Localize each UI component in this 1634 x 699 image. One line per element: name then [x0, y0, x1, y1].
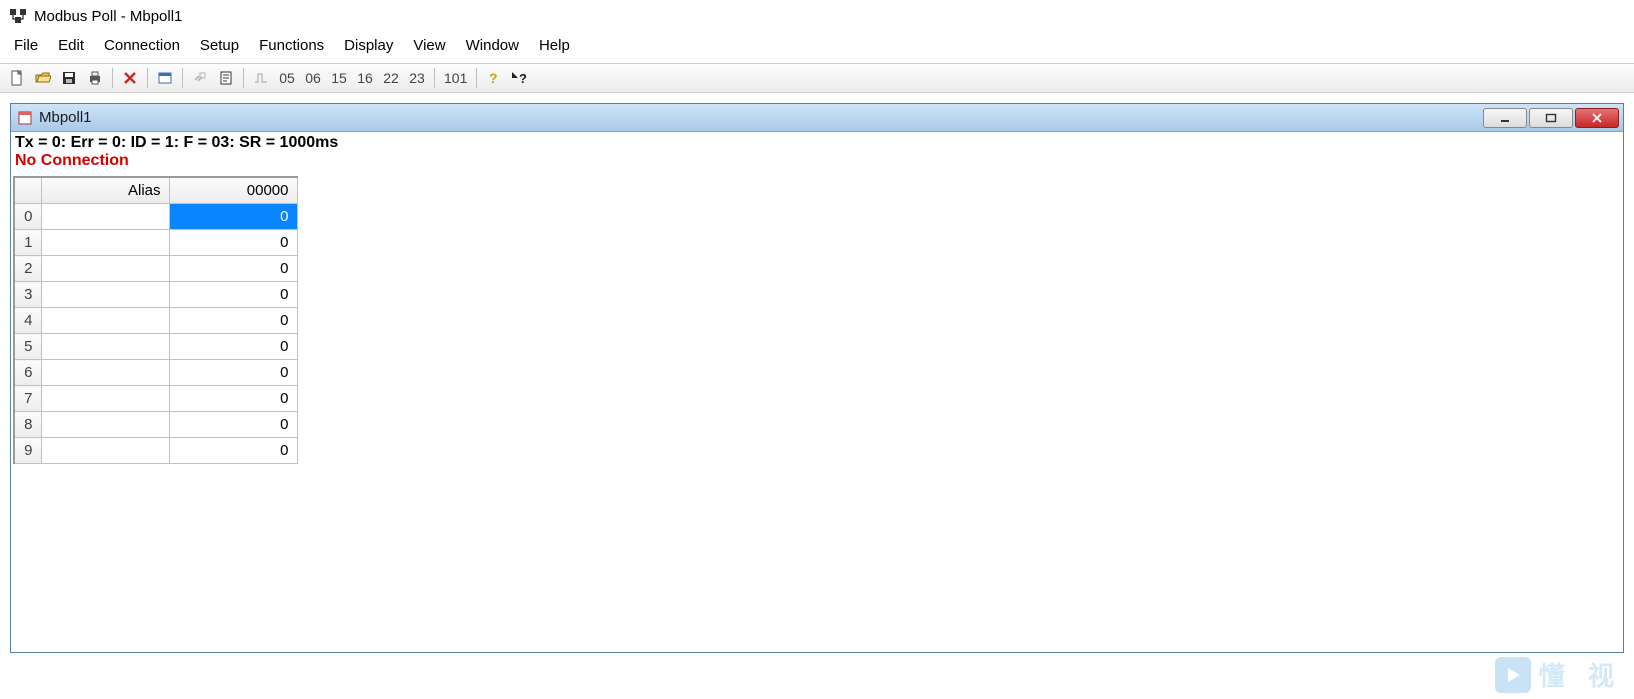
menubar: FileEditConnectionSetupFunctionsDisplayV… [0, 32, 1634, 63]
fn-05-button[interactable]: 05 [275, 66, 299, 90]
toolbar-separator [112, 68, 113, 88]
report-button[interactable] [214, 66, 238, 90]
svg-text:?: ? [519, 71, 527, 86]
svg-text:?: ? [489, 70, 498, 86]
context-help-button[interactable]: ? [508, 66, 532, 90]
menu-edit[interactable]: Edit [50, 34, 92, 57]
menu-file[interactable]: File [6, 34, 46, 57]
col-header-alias[interactable]: Alias [41, 178, 169, 204]
col-header-value[interactable]: 00000 [169, 178, 297, 204]
document-title: Mbpoll1 [39, 109, 1483, 126]
row-index[interactable]: 9 [15, 438, 41, 464]
alias-cell[interactable] [41, 230, 169, 256]
no-connection-label: No Connection [11, 152, 1623, 174]
table-row[interactable]: 90 [15, 438, 297, 464]
row-index[interactable]: 7 [15, 386, 41, 412]
table-row[interactable]: 10 [15, 230, 297, 256]
value-cell[interactable]: 0 [169, 230, 297, 256]
data-grid[interactable]: Alias 00000 00102030405060708090 [13, 176, 298, 464]
alias-cell[interactable] [41, 308, 169, 334]
table-row[interactable]: 80 [15, 412, 297, 438]
toolbar-separator [147, 68, 148, 88]
toolbar: 050615162223 101 ? ? [0, 63, 1634, 93]
table-row[interactable]: 70 [15, 386, 297, 412]
alias-cell[interactable] [41, 204, 169, 230]
document-window: Mbpoll1 Tx = 0: Err = 0: ID = 1: F = 03:… [10, 103, 1624, 653]
delete-button[interactable] [118, 66, 142, 90]
document-titlebar[interactable]: Mbpoll1 [11, 104, 1623, 132]
menu-setup[interactable]: Setup [192, 34, 247, 57]
toolbar-separator [243, 68, 244, 88]
menu-help[interactable]: Help [531, 34, 578, 57]
fn-23-button[interactable]: 23 [405, 66, 429, 90]
alias-cell[interactable] [41, 360, 169, 386]
minimize-button[interactable] [1483, 108, 1527, 128]
table-row[interactable]: 00 [15, 204, 297, 230]
row-index[interactable]: 4 [15, 308, 41, 334]
table-row[interactable]: 30 [15, 282, 297, 308]
row-index[interactable]: 3 [15, 282, 41, 308]
value-cell[interactable]: 0 [169, 386, 297, 412]
alias-cell[interactable] [41, 412, 169, 438]
menu-window[interactable]: Window [458, 34, 527, 57]
table-row[interactable]: 60 [15, 360, 297, 386]
close-button[interactable] [1575, 108, 1619, 128]
connect-button[interactable] [188, 66, 212, 90]
new-button[interactable] [5, 66, 29, 90]
row-index[interactable]: 1 [15, 230, 41, 256]
help-button[interactable]: ? [482, 66, 506, 90]
alias-cell[interactable] [41, 282, 169, 308]
fn-101-button[interactable]: 101 [440, 66, 471, 90]
status-line: Tx = 0: Err = 0: ID = 1: F = 03: SR = 10… [11, 132, 1623, 152]
value-cell[interactable]: 0 [169, 334, 297, 360]
document-icon [17, 110, 33, 126]
open-button[interactable] [31, 66, 55, 90]
print-button[interactable] [83, 66, 107, 90]
app-titlebar: Modbus Poll - Mbpoll1 [0, 0, 1634, 32]
fn-15-button[interactable]: 15 [327, 66, 351, 90]
value-cell[interactable]: 0 [169, 308, 297, 334]
fn-16-button[interactable]: 16 [353, 66, 377, 90]
value-cell[interactable]: 0 [169, 438, 297, 464]
table-row[interactable]: 40 [15, 308, 297, 334]
fn-22-button[interactable]: 22 [379, 66, 403, 90]
maximize-button[interactable] [1529, 108, 1573, 128]
row-index[interactable]: 8 [15, 412, 41, 438]
value-cell[interactable]: 0 [169, 204, 297, 230]
app-icon [8, 6, 28, 26]
watermark-text: 懂 视 [1539, 656, 1622, 693]
toolbar-separator [476, 68, 477, 88]
alias-cell[interactable] [41, 386, 169, 412]
value-cell[interactable]: 0 [169, 256, 297, 282]
alias-cell[interactable] [41, 438, 169, 464]
value-cell[interactable]: 0 [169, 282, 297, 308]
col-header-rownum[interactable] [15, 178, 41, 204]
mdi-client-area: Mbpoll1 Tx = 0: Err = 0: ID = 1: F = 03:… [0, 93, 1634, 653]
app-title: Modbus Poll - Mbpoll1 [34, 8, 182, 25]
row-index[interactable]: 6 [15, 360, 41, 386]
table-row[interactable]: 20 [15, 256, 297, 282]
value-cell[interactable]: 0 [169, 412, 297, 438]
toolbar-separator [182, 68, 183, 88]
value-cell[interactable]: 0 [169, 360, 297, 386]
toolbar-separator [434, 68, 435, 88]
row-index[interactable]: 2 [15, 256, 41, 282]
alias-cell[interactable] [41, 256, 169, 282]
menu-functions[interactable]: Functions [251, 34, 332, 57]
row-index[interactable]: 5 [15, 334, 41, 360]
menu-display[interactable]: Display [336, 34, 401, 57]
row-index[interactable]: 0 [15, 204, 41, 230]
alias-cell[interactable] [41, 334, 169, 360]
fn-06-button[interactable]: 06 [301, 66, 325, 90]
window-button[interactable] [153, 66, 177, 90]
pulse-icon[interactable] [249, 66, 273, 90]
menu-connection[interactable]: Connection [96, 34, 188, 57]
watermark: 懂 视 [1495, 656, 1622, 693]
table-row[interactable]: 50 [15, 334, 297, 360]
save-button[interactable] [57, 66, 81, 90]
menu-view[interactable]: View [405, 34, 453, 57]
